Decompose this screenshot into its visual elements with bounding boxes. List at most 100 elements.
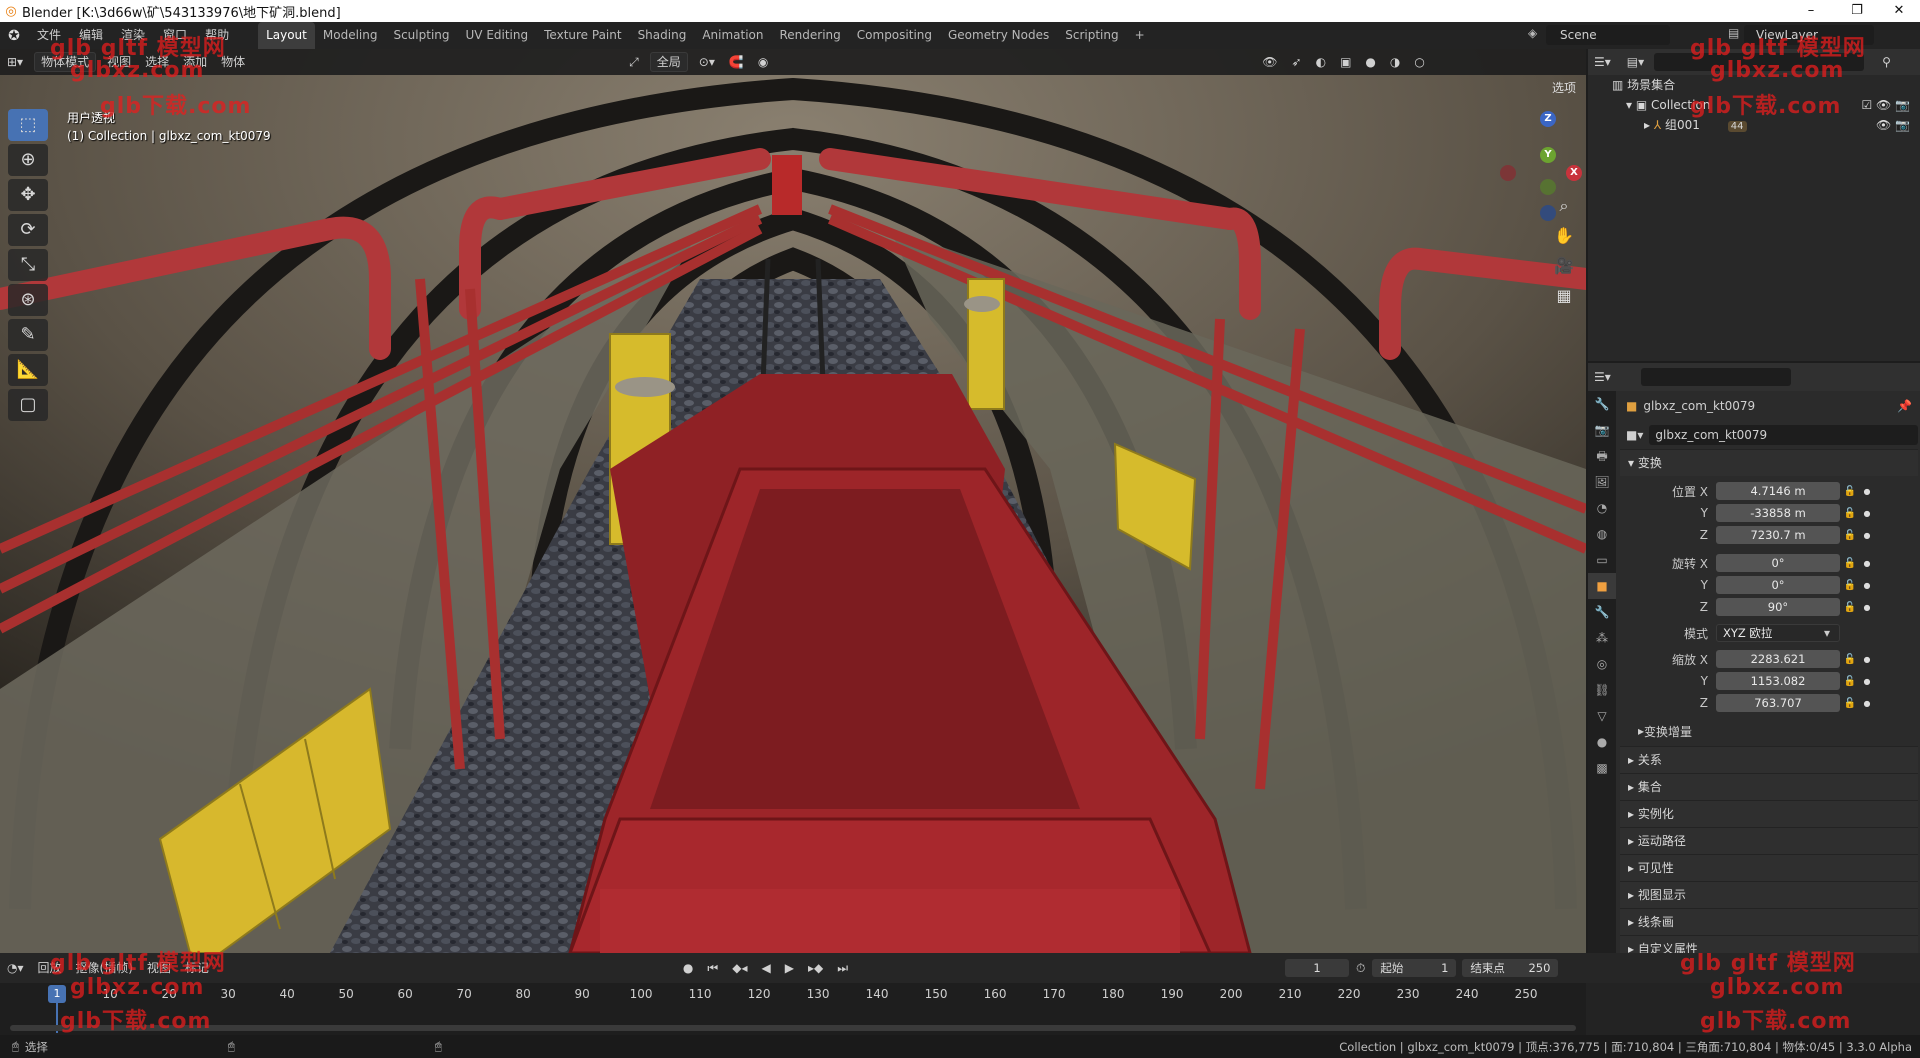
keyframe-dot[interactable]: ●	[1860, 487, 1874, 496]
tab-scripting[interactable]: Scripting	[1057, 22, 1126, 49]
measure-tool-icon[interactable]: 📐	[8, 354, 48, 386]
panel-collections[interactable]: ▸ 集合	[1620, 773, 1918, 800]
material-tab-icon[interactable]: ●	[1588, 729, 1616, 755]
location-z-field[interactable]: 7230.7 m	[1716, 526, 1840, 544]
timeline-ruler[interactable]: 1 10 20 30 40 50 60 70 80 90 100 110 120 130 140 150 16…	[0, 983, 1586, 1035]
scale-x-field[interactable]: 2283.621	[1716, 650, 1840, 668]
scene-tab-icon[interactable]: ◔	[1588, 495, 1616, 521]
lock-icon[interactable]: 🔓	[1840, 676, 1860, 687]
playhead-frame-badge[interactable]: 1	[48, 985, 66, 1003]
proportional-edit-icon[interactable]: ◉	[751, 49, 775, 75]
scene-selector[interactable]: Scene	[1546, 25, 1670, 45]
timeline-scrollbar[interactable]	[10, 1025, 1576, 1031]
lock-icon[interactable]: 🔓	[1840, 602, 1860, 613]
texture-tab-icon[interactable]: ▩	[1588, 755, 1616, 781]
properties-search-input[interactable]	[1640, 368, 1791, 386]
scale-tool-icon[interactable]: ⤡	[8, 249, 48, 281]
scale-z-field[interactable]: 763.707	[1716, 694, 1840, 712]
add-workspace-button[interactable]: +	[1127, 22, 1153, 49]
gizmo-neg-y-axis[interactable]	[1540, 179, 1556, 195]
lock-icon[interactable]: 🔓	[1840, 558, 1860, 569]
play-reverse-icon[interactable]: ◀	[754, 955, 777, 981]
mode-selector[interactable]: 物体模式	[34, 52, 97, 72]
object-name-field[interactable]: glbxz_com_kt0079	[1649, 425, 1918, 445]
collection-visibility-icons[interactable]: ☑ 👁 📷	[1861, 95, 1910, 115]
keyframe-dot[interactable]: ●	[1860, 677, 1874, 686]
jump-next-keyframe-icon[interactable]: ▸◆	[801, 955, 830, 981]
3d-viewport[interactable]: ⊞▾ 物体模式 视图 选择 添加 物体 ⤢ 全局 ⊙▾ 🧲 ◉ 👁 ➶ ◐ ▣ …	[0, 49, 1586, 953]
scale-y-field[interactable]: 1153.082	[1716, 672, 1840, 690]
start-frame-field[interactable]: 起始 1	[1372, 959, 1457, 977]
output-tab-icon[interactable]: 🖶	[1588, 443, 1616, 469]
keyframe-dot[interactable]: ●	[1860, 531, 1874, 540]
transform-panel-header[interactable]: ▾ 变换	[1620, 449, 1918, 476]
location-x-field[interactable]: 4.7146 m	[1716, 482, 1840, 500]
timeline-menu-playback[interactable]: 回放	[31, 955, 69, 981]
jump-prev-keyframe-icon[interactable]: ◆◂	[725, 955, 754, 981]
camera-view-icon[interactable]: 🎥	[1552, 254, 1576, 278]
tool-tab-icon[interactable]: 🔧	[1588, 391, 1616, 417]
viewlayer-selector[interactable]: ViewLayer	[1744, 25, 1874, 45]
tab-texture-paint[interactable]: Texture Paint	[536, 22, 629, 49]
timeline-editor-icon[interactable]: ◔▾	[0, 955, 31, 981]
end-frame-field[interactable]: 结束点 250	[1462, 959, 1559, 977]
keyframe-dot[interactable]: ●	[1860, 655, 1874, 664]
maximize-button[interactable]: ❐	[1834, 0, 1880, 22]
group-visibility-icons[interactable]: 👁 📷	[1876, 115, 1910, 135]
keyframe-dot[interactable]: ●	[1860, 603, 1874, 612]
tab-rendering[interactable]: Rendering	[772, 22, 849, 49]
ortho-grid-icon[interactable]: ▦	[1552, 284, 1576, 308]
play-icon[interactable]: ▶	[778, 955, 801, 981]
blender-menu-icon[interactable]: ✪	[0, 28, 28, 44]
tab-compositing[interactable]: Compositing	[849, 22, 940, 49]
tab-layout[interactable]: Layout	[258, 22, 315, 49]
shading-solid-icon[interactable]: ●	[1358, 49, 1382, 75]
world-tab-icon[interactable]: ◍	[1588, 521, 1616, 547]
current-frame-field[interactable]: 1	[1285, 959, 1350, 977]
rotation-y-field[interactable]: 0°	[1716, 576, 1840, 594]
select-box-tool-icon[interactable]: ⬚	[8, 109, 48, 141]
rotation-mode-select[interactable]: XYZ 欧拉	[1716, 624, 1840, 642]
lock-icon[interactable]: 🔓	[1840, 486, 1860, 497]
visibility-icon[interactable]: 👁	[1255, 49, 1284, 75]
keyframe-dot[interactable]: ●	[1860, 581, 1874, 590]
outliner-row-group[interactable]: ▸ ⅄ 组001 44 👁 📷	[1588, 115, 1920, 135]
menu-edit[interactable]: 编辑	[70, 22, 112, 49]
view-layer-tab-icon[interactable]: 🖼	[1588, 469, 1616, 495]
outliner-search-input[interactable]	[1654, 53, 1865, 71]
menu-file[interactable]: 文件	[28, 22, 70, 49]
minimize-button[interactable]: –	[1788, 0, 1834, 22]
outliner-row-collection[interactable]: ▾ ▣ Collection ☑ 👁 📷	[1588, 95, 1920, 115]
panel-motion-paths[interactable]: ▸ 运动路径	[1620, 827, 1918, 854]
timeline-menu-view[interactable]: 视图	[140, 955, 178, 981]
lock-icon[interactable]: 🔓	[1840, 530, 1860, 541]
timeline-menu-marker[interactable]: 标记	[178, 955, 216, 981]
constraints-tab-icon[interactable]: ⛓	[1588, 677, 1616, 703]
gizmo-neg-x-axis[interactable]	[1500, 165, 1516, 181]
outliner-editor-icon[interactable]: ☰▾	[1594, 55, 1611, 69]
viewport-menu-add[interactable]: 添加	[176, 49, 214, 75]
move-tool-icon[interactable]: ✥	[8, 179, 48, 211]
panel-line-art[interactable]: ▸ 线条画	[1620, 908, 1918, 935]
display-mode-icon[interactable]: ▤▾	[1627, 55, 1644, 69]
object-tab-icon[interactable]: ■	[1588, 573, 1616, 599]
data-tab-icon[interactable]: ▽	[1588, 703, 1616, 729]
panel-relations[interactable]: ▸ 关系	[1620, 746, 1918, 773]
keyframe-dot[interactable]: ●	[1860, 699, 1874, 708]
panel-viewport-display[interactable]: ▸ 视图显示	[1620, 881, 1918, 908]
tab-shading[interactable]: Shading	[630, 22, 695, 49]
timeline-menu-keying[interactable]: 抠像(插帧)	[69, 955, 140, 981]
zoom-icon[interactable]: ⌕	[1552, 194, 1576, 218]
collapse-arrow-icon[interactable]: ▾	[1626, 98, 1632, 112]
tab-sculpting[interactable]: Sculpting	[385, 22, 457, 49]
rotation-z-field[interactable]: 90°	[1716, 598, 1840, 616]
pin-icon[interactable]: 📌	[1897, 399, 1912, 413]
modifier-tab-icon[interactable]: 🔧	[1588, 599, 1616, 625]
particles-tab-icon[interactable]: ⁂	[1588, 625, 1616, 651]
properties-editor-icon[interactable]: ☰▾	[1594, 370, 1611, 384]
collection-tab-icon[interactable]: ▭	[1588, 547, 1616, 573]
jump-end-icon[interactable]: ⏭	[830, 955, 855, 981]
pivot-icon[interactable]: ⊙▾	[692, 49, 722, 75]
viewport-menu-select[interactable]: 选择	[138, 49, 176, 75]
panel-instancing[interactable]: ▸ 实例化	[1620, 800, 1918, 827]
